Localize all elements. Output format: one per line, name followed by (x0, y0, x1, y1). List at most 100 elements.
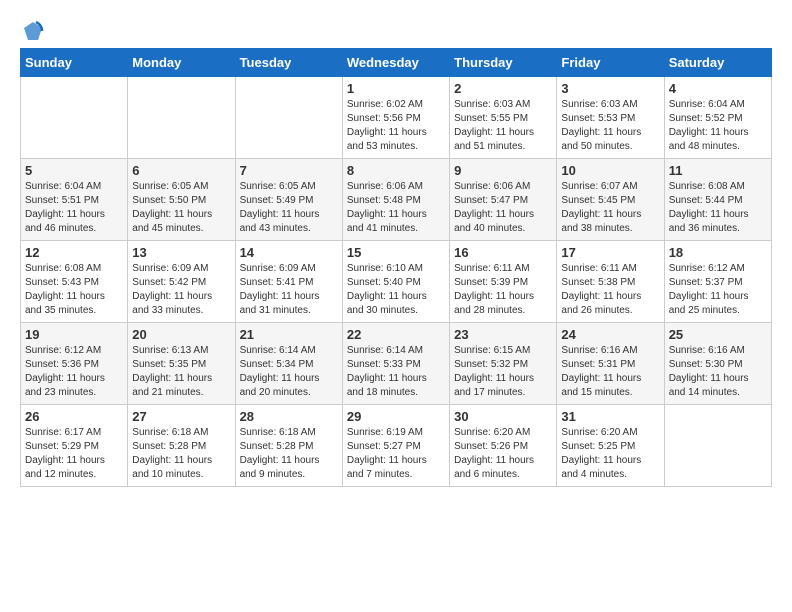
day-info: Sunrise: 6:04 AM Sunset: 5:52 PM Dayligh… (669, 98, 767, 154)
weekday-header: Wednesday (342, 49, 449, 77)
day-info: Sunrise: 6:19 AM Sunset: 5:27 PM Dayligh… (347, 426, 445, 482)
calendar-cell: 21 Sunrise: 6:14 AM Sunset: 5:34 PM Dayli… (235, 323, 342, 405)
calendar-week-row: 1 Sunrise: 6:02 AM Sunset: 5:56 PM Daylig… (21, 77, 772, 159)
day-number: 18 (669, 245, 767, 260)
day-number: 17 (561, 245, 659, 260)
day-info: Sunrise: 6:10 AM Sunset: 5:40 PM Dayligh… (347, 262, 445, 318)
day-number: 12 (25, 245, 123, 260)
calendar-week-row: 19Sunrise: 6:12 AM Sunset: 5:36 PM Dayli… (21, 323, 772, 405)
calendar-week-row: 26 Sunrise: 6:17 AM Sunset: 5:29 PM Dayli… (21, 405, 772, 487)
calendar-cell: 27 Sunrise: 6:18 AM Sunset: 5:28 PM Dayli… (128, 405, 235, 487)
day-number: 23 (454, 327, 552, 342)
day-number: 13 (132, 245, 230, 260)
day-info: Sunrise: 6:04 AM Sunset: 5:51 PM Dayligh… (25, 180, 123, 236)
calendar-cell: 3 Sunrise: 6:03 AM Sunset: 5:53 PM Daylig… (557, 77, 664, 159)
day-number: 11 (669, 163, 767, 178)
day-info: Sunrise: 6:05 AM Sunset: 5:50 PM Dayligh… (132, 180, 230, 236)
calendar-table: SundayMondayTuesdayWednesdayThursdayFrid… (20, 48, 772, 487)
calendar-cell: 25 Sunrise: 6:16 AM Sunset: 5:30 PM Dayli… (664, 323, 771, 405)
calendar-cell (235, 77, 342, 159)
day-info: Sunrise: 6:20 AM Sunset: 5:26 PM Dayligh… (454, 426, 552, 482)
day-number: 25 (669, 327, 767, 342)
weekday-header: Monday (128, 49, 235, 77)
day-info: Sunrise: 6:06 AM Sunset: 5:48 PM Dayligh… (347, 180, 445, 236)
day-number: 1 (347, 81, 445, 96)
day-info: Sunrise: 6:08 AM Sunset: 5:44 PM Dayligh… (669, 180, 767, 236)
day-number: 3 (561, 81, 659, 96)
calendar-cell: 14 Sunrise: 6:09 AM Sunset: 5:41 PM Dayli… (235, 241, 342, 323)
day-number: 7 (240, 163, 338, 178)
calendar-cell (21, 77, 128, 159)
calendar-cell: 24Sunrise: 6:16 AM Sunset: 5:31 PM Dayli… (557, 323, 664, 405)
day-info: Sunrise: 6:05 AM Sunset: 5:49 PM Dayligh… (240, 180, 338, 236)
day-info: Sunrise: 6:09 AM Sunset: 5:42 PM Dayligh… (132, 262, 230, 318)
calendar-cell: 5 Sunrise: 6:04 AM Sunset: 5:51 PM Daylig… (21, 159, 128, 241)
calendar-cell (664, 405, 771, 487)
calendar-cell: 2Sunrise: 6:03 AM Sunset: 5:55 PM Daylig… (450, 77, 557, 159)
logo-icon (22, 20, 44, 42)
day-number: 26 (25, 409, 123, 424)
day-number: 15 (347, 245, 445, 260)
day-number: 16 (454, 245, 552, 260)
day-info: Sunrise: 6:11 AM Sunset: 5:38 PM Dayligh… (561, 262, 659, 318)
weekday-header: Saturday (664, 49, 771, 77)
day-number: 27 (132, 409, 230, 424)
day-number: 4 (669, 81, 767, 96)
day-info: Sunrise: 6:18 AM Sunset: 5:28 PM Dayligh… (240, 426, 338, 482)
day-info: Sunrise: 6:09 AM Sunset: 5:41 PM Dayligh… (240, 262, 338, 318)
day-info: Sunrise: 6:14 AM Sunset: 5:34 PM Dayligh… (240, 344, 338, 400)
day-info: Sunrise: 6:13 AM Sunset: 5:35 PM Dayligh… (132, 344, 230, 400)
calendar-week-row: 5 Sunrise: 6:04 AM Sunset: 5:51 PM Daylig… (21, 159, 772, 241)
day-number: 8 (347, 163, 445, 178)
calendar-cell: 1 Sunrise: 6:02 AM Sunset: 5:56 PM Daylig… (342, 77, 449, 159)
calendar-cell: 9 Sunrise: 6:06 AM Sunset: 5:47 PM Daylig… (450, 159, 557, 241)
day-number: 21 (240, 327, 338, 342)
calendar-cell: 26 Sunrise: 6:17 AM Sunset: 5:29 PM Dayli… (21, 405, 128, 487)
day-info: Sunrise: 6:08 AM Sunset: 5:43 PM Dayligh… (25, 262, 123, 318)
calendar-cell: 6 Sunrise: 6:05 AM Sunset: 5:50 PM Daylig… (128, 159, 235, 241)
day-number: 31 (561, 409, 659, 424)
calendar-cell: 31 Sunrise: 6:20 AM Sunset: 5:25 PM Dayli… (557, 405, 664, 487)
calendar-cell: 10Sunrise: 6:07 AM Sunset: 5:45 PM Dayli… (557, 159, 664, 241)
day-number: 9 (454, 163, 552, 178)
day-info: Sunrise: 6:07 AM Sunset: 5:45 PM Dayligh… (561, 180, 659, 236)
calendar-header-row: SundayMondayTuesdayWednesdayThursdayFrid… (21, 49, 772, 77)
logo (20, 20, 44, 38)
calendar-week-row: 12 Sunrise: 6:08 AM Sunset: 5:43 PM Dayli… (21, 241, 772, 323)
day-info: Sunrise: 6:16 AM Sunset: 5:30 PM Dayligh… (669, 344, 767, 400)
calendar-cell: 8 Sunrise: 6:06 AM Sunset: 5:48 PM Daylig… (342, 159, 449, 241)
day-info: Sunrise: 6:17 AM Sunset: 5:29 PM Dayligh… (25, 426, 123, 482)
day-info: Sunrise: 6:12 AM Sunset: 5:36 PM Dayligh… (25, 344, 123, 400)
day-info: Sunrise: 6:03 AM Sunset: 5:53 PM Dayligh… (561, 98, 659, 154)
calendar-cell: 29 Sunrise: 6:19 AM Sunset: 5:27 PM Dayli… (342, 405, 449, 487)
calendar-cell: 13 Sunrise: 6:09 AM Sunset: 5:42 PM Dayli… (128, 241, 235, 323)
calendar-cell: 4 Sunrise: 6:04 AM Sunset: 5:52 PM Daylig… (664, 77, 771, 159)
page-header (20, 20, 772, 38)
day-number: 5 (25, 163, 123, 178)
calendar-cell: 17 Sunrise: 6:11 AM Sunset: 5:38 PM Dayli… (557, 241, 664, 323)
day-info: Sunrise: 6:18 AM Sunset: 5:28 PM Dayligh… (132, 426, 230, 482)
weekday-header: Friday (557, 49, 664, 77)
calendar-cell: 16 Sunrise: 6:11 AM Sunset: 5:39 PM Dayli… (450, 241, 557, 323)
day-number: 20 (132, 327, 230, 342)
day-number: 30 (454, 409, 552, 424)
day-info: Sunrise: 6:12 AM Sunset: 5:37 PM Dayligh… (669, 262, 767, 318)
day-info: Sunrise: 6:02 AM Sunset: 5:56 PM Dayligh… (347, 98, 445, 154)
calendar-cell: 23Sunrise: 6:15 AM Sunset: 5:32 PM Dayli… (450, 323, 557, 405)
day-number: 14 (240, 245, 338, 260)
calendar-cell: 18 Sunrise: 6:12 AM Sunset: 5:37 PM Dayli… (664, 241, 771, 323)
day-number: 6 (132, 163, 230, 178)
day-number: 24 (561, 327, 659, 342)
day-info: Sunrise: 6:11 AM Sunset: 5:39 PM Dayligh… (454, 262, 552, 318)
calendar-cell: 30 Sunrise: 6:20 AM Sunset: 5:26 PM Dayli… (450, 405, 557, 487)
day-info: Sunrise: 6:06 AM Sunset: 5:47 PM Dayligh… (454, 180, 552, 236)
day-number: 28 (240, 409, 338, 424)
calendar-cell: 22Sunrise: 6:14 AM Sunset: 5:33 PM Dayli… (342, 323, 449, 405)
day-number: 29 (347, 409, 445, 424)
day-number: 22 (347, 327, 445, 342)
weekday-header: Thursday (450, 49, 557, 77)
calendar-cell: 7 Sunrise: 6:05 AM Sunset: 5:49 PM Daylig… (235, 159, 342, 241)
calendar-cell: 20 Sunrise: 6:13 AM Sunset: 5:35 PM Dayli… (128, 323, 235, 405)
day-info: Sunrise: 6:20 AM Sunset: 5:25 PM Dayligh… (561, 426, 659, 482)
weekday-header: Tuesday (235, 49, 342, 77)
